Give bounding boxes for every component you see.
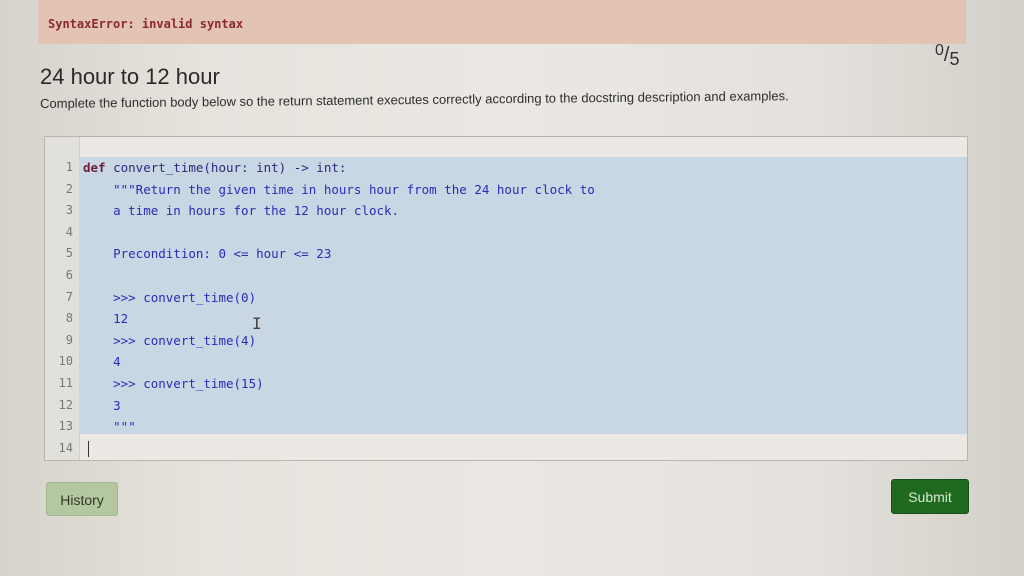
line-number: 14 [58,440,73,455]
code-signature: convert_time(hour: int) -> int: [105,160,347,175]
problem-title: 24 hour to 12 hour [40,64,220,89]
line-number: 10 [58,354,73,369]
code-line[interactable]: 4 [45,222,967,243]
line-number: 2 [65,181,73,196]
code-line[interactable]: 12 3 [45,395,967,416]
code-line[interactable]: 9 >>> convert_time(4) [45,330,967,351]
code-line[interactable]: 5 Precondition: 0 <= hour <= 23 [45,243,967,264]
line-number: 8 [65,311,73,326]
code-content: 3 [83,397,121,413]
line-number: 7 [65,289,73,304]
code-line[interactable]: 10 4 [45,351,967,372]
line-number: 11 [58,376,73,390]
code-text: >>> convert_time(15) [83,373,264,394]
line-number: 4 [65,224,73,239]
line-number: 13 [58,419,73,434]
error-message: SyntaxError: invalid syntax [48,17,244,31]
code-line[interactable]: 11 >>> convert_time(15) [45,373,967,394]
history-button[interactable]: History [46,482,118,516]
code-line[interactable]: 13 """ [45,416,967,437]
code-line[interactable]: 3 a time in hours for the 12 hour clock. [45,200,967,221]
code-line[interactable]: 1 def convert_time(hour: int) -> int: [45,157,967,178]
code-editor[interactable]: 1 def convert_time(hour: int) -> int: 2 ""… [44,136,968,461]
code-content: a time in hours for the 12 hour clock. [83,203,400,219]
code-content: >>> convert_time(0) [83,289,257,305]
ibeam-cursor-icon: I [252,314,262,333]
error-banner: SyntaxError: invalid syntax [38,0,966,44]
code-text: 4 [83,351,121,372]
code-line[interactable]: 8 12 [45,308,967,329]
score-total: 5 [949,49,960,69]
code-content: >>> convert_time(15) [83,376,264,391]
code-text: def convert_time(hour: int) -> int: [83,157,346,178]
code-content: """ [83,419,136,435]
code-line[interactable]: 7 >>> convert_time(0) [45,287,967,308]
score-display: 0/5 [935,42,960,69]
code-content: >>> convert_time(4) [83,332,257,348]
code-text: a time in hours for the 12 hour clock. [83,200,399,221]
code-line[interactable]: 2 """Return the given time in hours hour… [45,179,967,200]
line-number: 5 [65,246,73,261]
code-text: """ [83,416,136,437]
line-number: 1 [65,160,73,174]
code-text: """Return the given time in hours hour f… [83,179,595,200]
code-content: Precondition: 0 <= hour <= 23 [83,246,332,262]
score-earned: 0 [935,42,944,59]
code-text: Precondition: 0 <= hour <= 23 [83,243,331,264]
problem-instructions: Complete the function body below so the … [40,88,789,111]
code-keyword: def [83,160,106,175]
code-text: 3 [83,395,121,416]
line-number: 3 [65,203,73,218]
code-text: 12 [83,308,128,329]
code-text: >>> convert_time(0) [83,287,256,308]
text-cursor [88,441,89,457]
code-content: 12 [83,311,129,327]
line-number: 9 [65,332,73,347]
code-text: >>> convert_time(4) [83,330,256,351]
line-number: 12 [58,397,73,412]
line-number: 6 [65,268,73,282]
code-content: """Return the given time in hours hour f… [83,181,595,197]
code-content: 4 [83,354,121,370]
code-line[interactable]: 6 [45,265,967,286]
code-line[interactable]: 14 [45,438,967,459]
submit-button[interactable]: Submit [891,479,969,514]
